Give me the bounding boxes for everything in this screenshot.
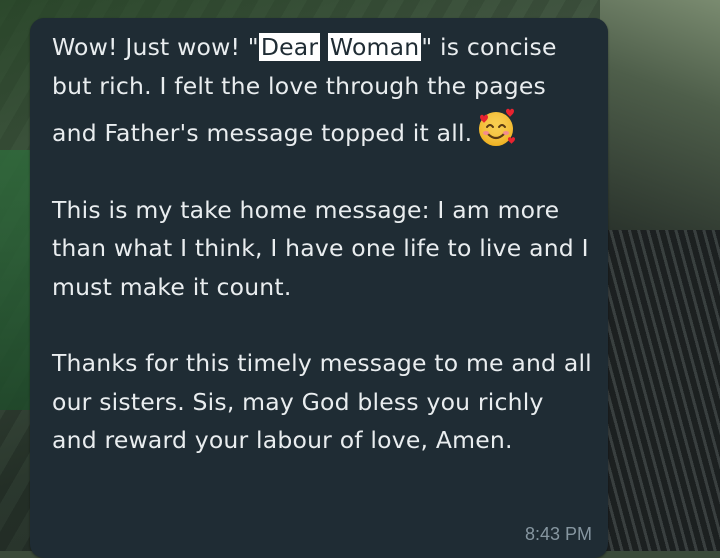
message-timestamp: 8:43 PM: [524, 524, 592, 544]
highlighted-word: Woman: [327, 33, 422, 61]
smiling-face-with-hearts-icon: [479, 108, 516, 146]
message-text-segment: Wow! Just wow! ": [52, 33, 259, 61]
wallpaper-shape: [605, 230, 720, 551]
highlighted-word: Dear: [258, 33, 321, 61]
message-paragraph: This is my take home message: I am more …: [52, 195, 589, 301]
message-text: Wow! Just wow! "Dear Woman" is concise b…: [52, 28, 592, 460]
message-paragraph: Thanks for this timely message to me and…: [52, 349, 592, 454]
message-paragraph: Wow! Just wow! "Dear Woman" is concise b…: [52, 28, 592, 153]
wallpaper-shape: [600, 0, 720, 230]
